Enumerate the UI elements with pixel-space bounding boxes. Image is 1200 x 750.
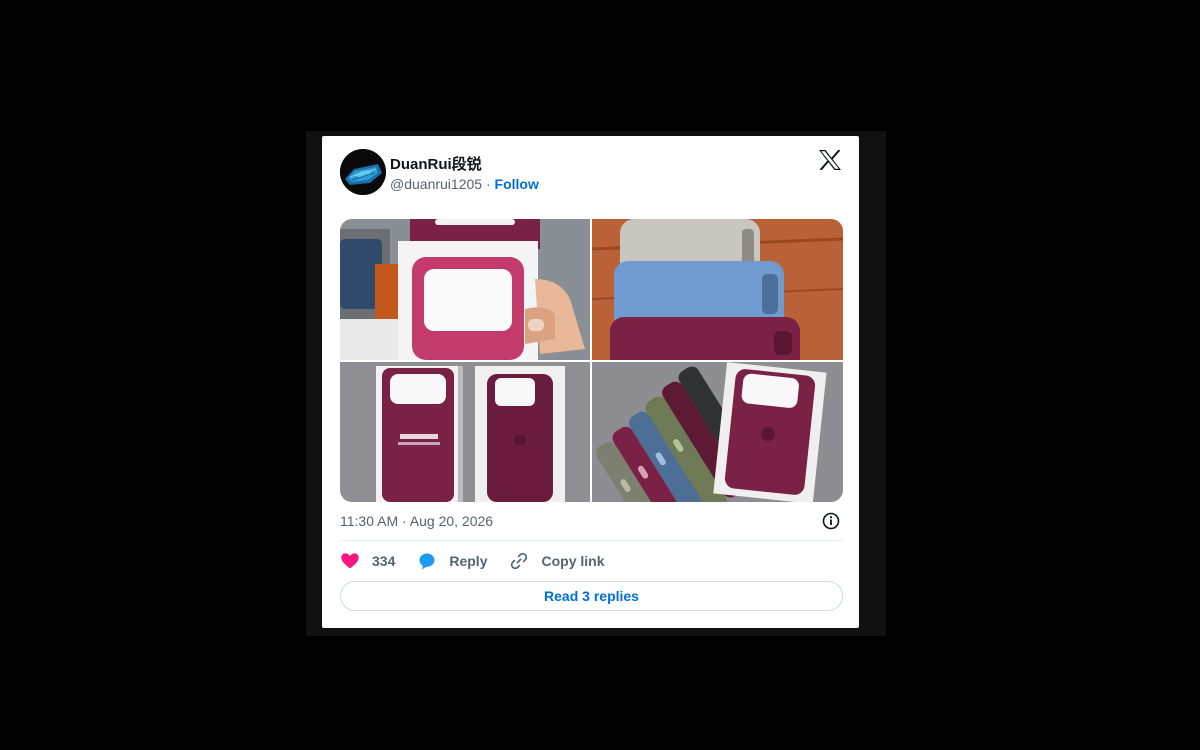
media-photo-2[interactable] [592,219,843,360]
reply-label: Reply [449,553,488,569]
copy-link-action[interactable]: Copy link [509,551,605,571]
media-photo-1[interactable] [340,219,590,360]
x-logo-icon[interactable] [819,149,841,171]
reply-action[interactable]: Reply [417,551,487,571]
tweet-embed-card: DuanRui段锐 @duanrui1205 · Follow 11:30 AM… [322,136,859,628]
handle-separator: · [482,176,495,192]
divider [340,540,843,541]
follow-button[interactable]: Follow [495,176,539,192]
read-replies-button[interactable]: Read 3 replies [340,581,843,611]
reply-icon [419,553,435,570]
info-icon[interactable] [821,511,841,531]
tweet-timestamp[interactable]: 11:30 AM · Aug 20, 2026 [340,513,493,529]
media-photo-3[interactable] [340,362,590,502]
author-handle[interactable]: @duanrui1205 [390,176,482,192]
handle-line: @duanrui1205 · Follow [390,176,539,192]
tweet-actions: 334 Reply Copy link [340,550,627,572]
avatar[interactable] [340,149,386,195]
link-icon [511,552,528,570]
author-name[interactable]: DuanRui段锐 [390,153,482,174]
media-grid [340,219,843,502]
like-action[interactable]: 334 [340,551,395,571]
heart-icon [341,553,359,569]
copy-link-label: Copy link [541,553,605,569]
like-count: 334 [372,553,396,569]
media-photo-4[interactable] [592,362,843,502]
